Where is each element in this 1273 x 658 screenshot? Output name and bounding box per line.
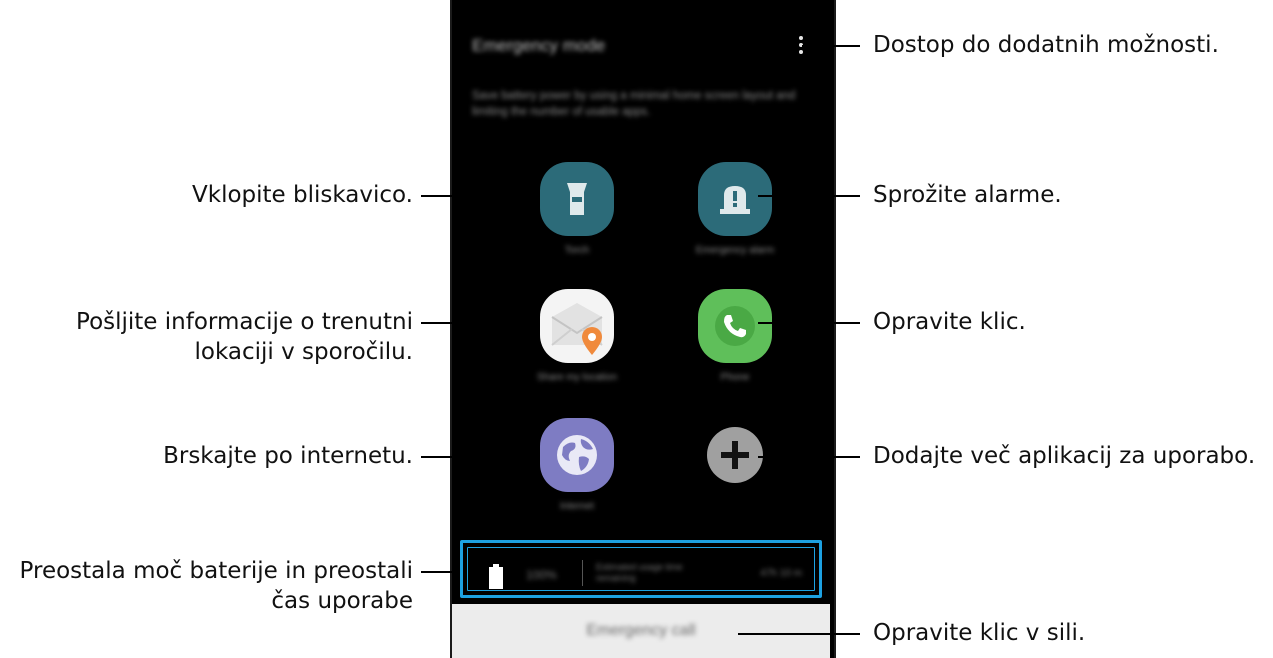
- app-label: Emergency alarm: [695, 245, 775, 256]
- flashlight-icon: [540, 162, 614, 236]
- callout-battery-line2: čas uporabe: [271, 588, 413, 614]
- callout-line: [802, 45, 860, 47]
- callout-internet: Brskajte po internetu.: [163, 443, 413, 469]
- callout-line: [758, 195, 860, 197]
- callout-location-line1: Pošljite informacije o trenutni: [76, 309, 413, 335]
- callout-add-apps: Dodajte več aplikacij za uporabo.: [873, 443, 1256, 469]
- battery-percent: 100%: [526, 568, 557, 582]
- callout-line: [738, 633, 860, 635]
- more-dot: [799, 36, 803, 40]
- app-label: Share my location: [536, 372, 618, 383]
- callout-emergency-call: Opravite klic v sili.: [873, 620, 1086, 646]
- callout-line: [421, 195, 521, 197]
- callout-line: [758, 456, 860, 458]
- callout-location-line2: lokaciji v sporočilu.: [194, 339, 413, 365]
- callout-line: [421, 322, 521, 324]
- callout-alarm: Sprožite alarme.: [873, 182, 1062, 208]
- globe-icon: [540, 418, 614, 492]
- callout-battery-line1: Preostala moč baterije in preostali: [19, 558, 413, 584]
- callout-line: [421, 571, 459, 573]
- plus-icon: [698, 418, 772, 492]
- app-label: Torch: [564, 245, 590, 256]
- callout-more-options: Dostop do dodatnih možnosti.: [873, 32, 1219, 58]
- emergency-call-label: Emergency call: [586, 622, 696, 639]
- mode-description: Save battery power by using a minimal ho…: [472, 90, 796, 118]
- battery-icon: [488, 564, 504, 595]
- battery-time-remaining: 47h 10 m: [760, 568, 802, 579]
- callout-line: [421, 456, 521, 458]
- alarm-icon: [698, 162, 772, 236]
- callout-line: [758, 322, 860, 324]
- callout-phone: Opravite klic.: [873, 309, 1026, 335]
- app-label: Phone: [720, 372, 750, 383]
- more-dot: [799, 50, 803, 54]
- callout-torch: Vklopite bliskavico.: [192, 182, 413, 208]
- add-app-button[interactable]: [685, 418, 785, 492]
- battery-estimate-label: Estimated usage time remaining: [596, 562, 683, 583]
- page-title: Emergency mode: [472, 36, 606, 55]
- app-torch[interactable]: Torch: [527, 162, 627, 257]
- app-internet[interactable]: Internet: [527, 418, 627, 513]
- battery-divider: [582, 560, 583, 586]
- battery-status-panel: 100% Estimated usage time remaining 47h …: [460, 540, 822, 598]
- app-phone[interactable]: Phone: [685, 289, 785, 384]
- battery-inner-frame: 100% Estimated usage time remaining 47h …: [467, 547, 815, 591]
- app-emergency-alarm[interactable]: Emergency alarm: [685, 162, 785, 257]
- phone-screen: Emergency mode Save battery power by usi…: [450, 0, 836, 658]
- emergency-call-button[interactable]: Emergency call: [452, 604, 830, 658]
- app-share-my-location[interactable]: Share my location: [527, 289, 627, 384]
- phone-icon: [698, 289, 772, 363]
- app-label: Internet: [560, 501, 594, 512]
- envelope-location-icon: [540, 289, 614, 363]
